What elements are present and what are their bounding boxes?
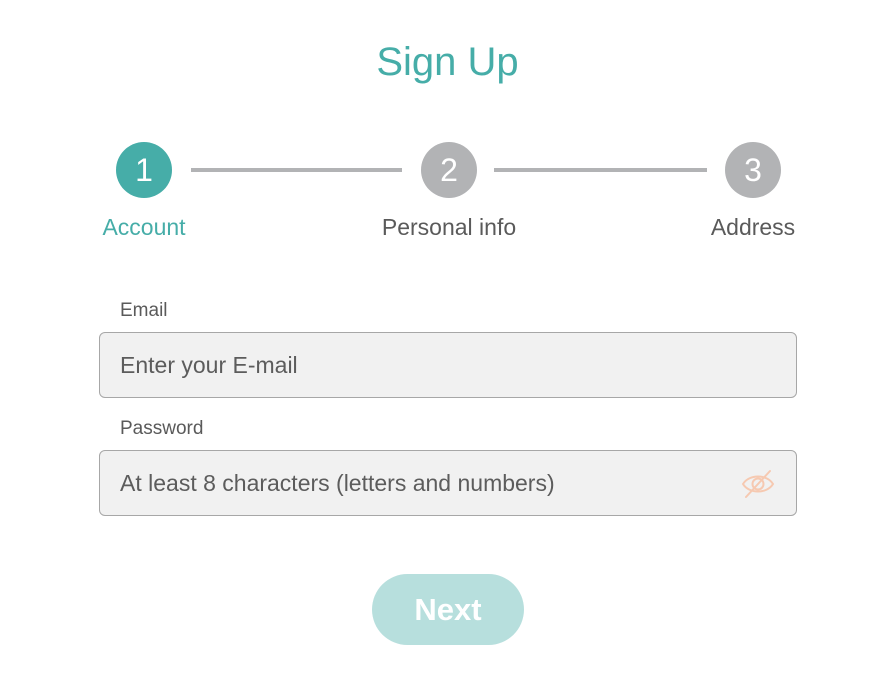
step-3-label: Address <box>710 214 796 240</box>
step-1-circle: 1 <box>116 142 172 198</box>
email-label: Email <box>120 300 168 321</box>
email-field[interactable] <box>120 333 720 397</box>
step-3-circle: 3 <box>725 142 781 198</box>
step-2-circle: 2 <box>421 142 477 198</box>
email-field-container <box>99 332 797 398</box>
eye-off-icon[interactable] <box>740 466 776 502</box>
step-2-label: Personal info <box>381 214 517 240</box>
step-connector-1 <box>191 168 402 172</box>
page-title: Sign Up <box>376 40 519 84</box>
password-field[interactable] <box>120 451 720 515</box>
step-1-label: Account <box>102 214 186 240</box>
password-label: Password <box>120 418 204 439</box>
password-field-container <box>99 450 797 516</box>
next-button[interactable]: Next <box>372 574 524 645</box>
step-connector-2 <box>494 168 707 172</box>
